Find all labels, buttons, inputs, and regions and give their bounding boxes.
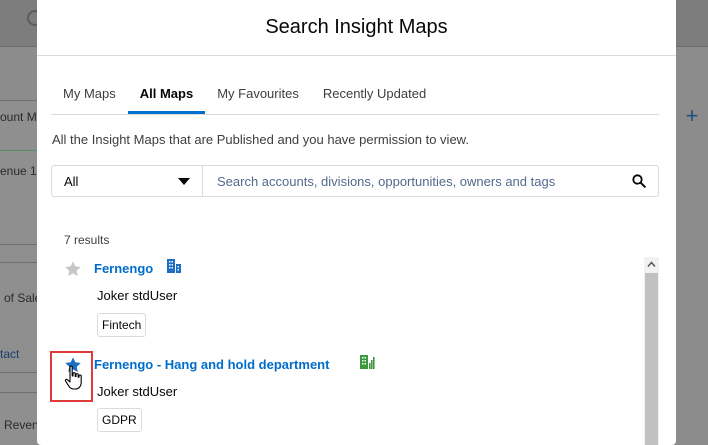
modal-title: Search Insight Maps — [265, 16, 448, 38]
background-text-2: enue 1 — [0, 164, 37, 178]
background-link: tact — [0, 347, 20, 361]
list-item: Fernengo - Hang and hold department Joke… — [51, 350, 641, 445]
building-chart-icon — [359, 354, 375, 370]
background-divider — [0, 244, 40, 245]
background-text-4: Reven — [4, 418, 39, 432]
background-text-3: of Sale — [4, 291, 42, 305]
result-tag[interactable]: Fintech — [97, 313, 147, 337]
result-title[interactable]: Fernengo — [94, 261, 153, 276]
results-count: 7 results — [64, 233, 110, 247]
background-divider — [0, 150, 40, 151]
search-insight-maps-modal: Search Insight Maps My Maps All Maps My … — [37, 0, 676, 445]
result-tag[interactable]: GDPR — [97, 408, 142, 432]
tab-recently-updated[interactable]: Recently Updated — [311, 80, 438, 112]
background-divider — [0, 372, 40, 373]
scroll-thumb[interactable] — [645, 273, 658, 445]
tab-bar: My Maps All Maps My Favourites Recently … — [51, 80, 659, 115]
scope-select-value: All — [64, 173, 79, 189]
background-left-panel — [0, 100, 40, 445]
chevron-down-icon — [178, 177, 190, 185]
result-title[interactable]: Fernengo - Hang and hold department — [94, 357, 329, 372]
modal-header: Search Insight Maps — [37, 0, 676, 56]
background-text-1: ount M — [0, 110, 37, 124]
background-divider — [0, 262, 40, 263]
results-list: Fernengo Joker stdUser Fintech Fernengo … — [51, 254, 659, 445]
background-divider — [0, 100, 40, 101]
result-owner: Joker stdUser — [97, 384, 178, 399]
results-scrollbar[interactable] — [644, 257, 659, 445]
tab-my-favourites[interactable]: My Favourites — [205, 80, 311, 112]
filter-row: All — [51, 165, 659, 197]
hand-pointer-icon — [64, 365, 84, 391]
result-owner: Joker stdUser — [97, 288, 178, 303]
search-input[interactable] — [215, 172, 632, 190]
search-icon[interactable] — [632, 174, 646, 188]
search-box — [203, 165, 659, 197]
background-add-icon: + — [685, 103, 699, 128]
tab-all-maps[interactable]: All Maps — [127, 80, 206, 114]
tab-my-maps[interactable]: My Maps — [51, 80, 128, 112]
list-item: Fernengo Joker stdUser Fintech — [51, 254, 641, 344]
tab-description: All the Insight Maps that are Published … — [52, 132, 469, 147]
background-divider — [0, 392, 40, 393]
building-icon — [166, 258, 182, 274]
favourite-star-icon[interactable] — [64, 260, 82, 278]
scroll-up-arrow[interactable] — [644, 257, 659, 272]
scope-select[interactable]: All — [51, 165, 203, 197]
